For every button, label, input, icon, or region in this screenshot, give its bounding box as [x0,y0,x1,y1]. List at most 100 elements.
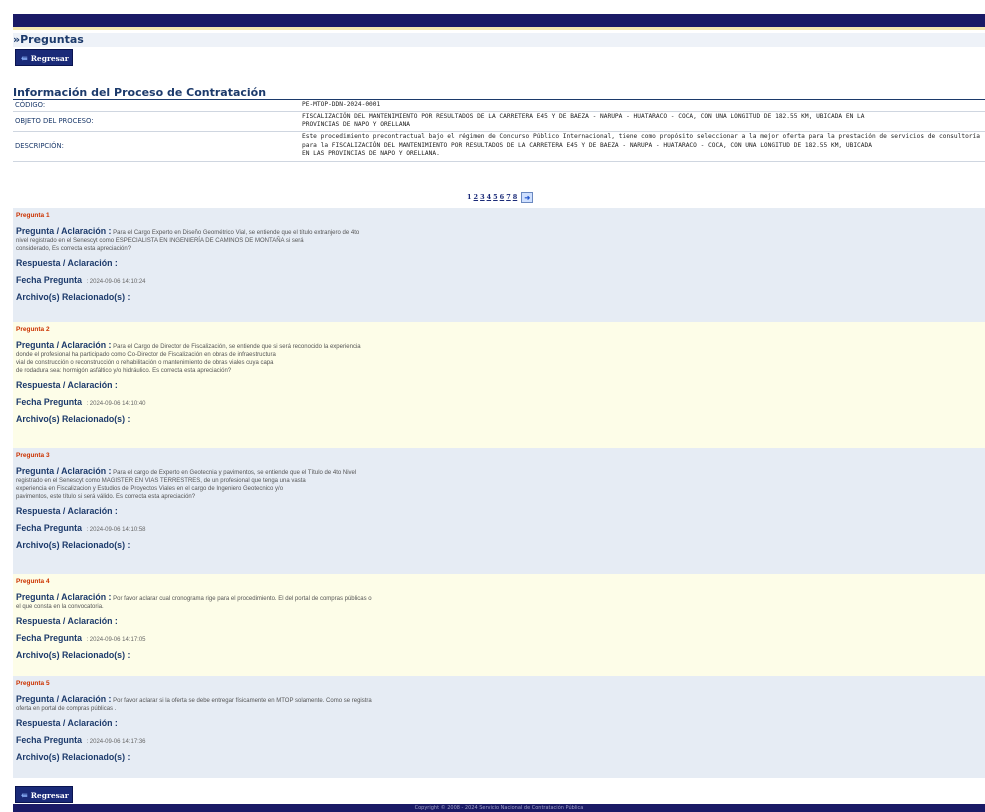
question-line: Para el Cargo Experto en Diseño Geométri… [113,230,360,236]
footer-copyright: Copyright © 2008 - 2024 Servicio Naciona… [13,804,985,812]
answer-row: Respuesta / Aclaración : [16,713,982,730]
info-label: CÓDIGO: [13,100,300,112]
question-line: de rodadura sea: hormigón asfáltico y/o … [16,368,232,374]
answer-label: Respuesta / Aclaración : [16,506,118,516]
question-label: Pregunta / Aclaración : [16,340,112,350]
page-link[interactable]: 4 [487,193,492,201]
question-text: Pregunta / Aclaración : Para el Cargo de… [16,341,456,375]
date-row: Fecha Pregunta : 2024-09-06 14:17:36 [16,730,982,747]
date-label: Fecha Pregunta [16,633,82,643]
question-line: pavimentos, este título si será válido. … [16,494,196,500]
files-label: Archivo(s) Relacionado(s) : [16,414,131,424]
info-row-objeto: OBJETO DEL PROCESO: FISCALIZACIÓN DEL MA… [13,111,985,132]
files-row: Archivo(s) Relacionado(s) : [16,409,982,426]
date-label: Fecha Pregunta [16,275,82,285]
answer-row: Respuesta / Aclaración : [16,501,982,518]
question-date: : 2024-09-06 14:10:40 [86,401,146,407]
date-row: Fecha Pregunta : 2024-09-06 14:10:58 [16,518,982,535]
info-value-line: PROVINCIAS DE NAPO Y ORELLANA [302,121,411,128]
question-title: Pregunta 4 [16,578,50,585]
pagination: 1 2 3 4 5 6 7 8 ➜ [467,192,535,203]
question-line: donde el profesional ha participado como… [16,352,276,358]
info-row-codigo: CÓDIGO: PE-MTOP-DDN-2024-0001 [13,100,985,112]
question-line: Para el Cargo de Director de Fiscalizaci… [113,344,361,350]
question-line: el que consta en la convocatoria. [16,604,104,610]
files-row: Archivo(s) Relacionado(s) : [16,747,982,764]
info-section-title: Información del Proceso de Contratación [13,86,267,99]
date-label: Fecha Pregunta [16,523,82,533]
question-title: Pregunta 2 [16,326,50,333]
info-value-line: EN LAS PROVINCIAS DE NAPO Y ORELLANA. [302,150,440,158]
question-label: Pregunta / Aclaración : [16,466,112,476]
question-text: Pregunta / Aclaración : Para el cargo de… [16,467,456,501]
date-label: Fecha Pregunta [16,735,82,745]
question-label: Pregunta / Aclaración : [16,226,112,236]
info-row-descripcion: DESCRIPCIÓN: Este procedimiento precontr… [13,131,985,162]
date-row: Fecha Pregunta : 2024-09-06 14:17:05 [16,628,982,645]
page-link[interactable]: 2 [474,193,479,201]
page-link[interactable]: 7 [506,193,511,201]
answer-label: Respuesta / Aclaración : [16,616,118,626]
question-date: : 2024-09-06 14:10:58 [86,527,146,533]
question-line: nivel registrado en el Senescyt como ESP… [16,238,304,244]
answer-row: Respuesta / Aclaración : [16,375,982,392]
question-block: Pregunta 5 Pregunta / Aclaración : Por f… [13,676,985,778]
question-title: Pregunta 1 [16,212,50,219]
question-block: Pregunta 3 Pregunta / Aclaración : Para … [13,448,985,574]
next-page-icon[interactable]: ➜ [521,192,534,203]
files-row: Archivo(s) Relacionado(s) : [16,287,982,304]
info-value-line: Este procedimiento precontractual bajo e… [302,133,980,141]
question-date: : 2024-09-06 14:10:24 [86,279,146,285]
answer-label: Respuesta / Aclaración : [16,718,118,728]
files-label: Archivo(s) Relacionado(s) : [16,540,131,550]
top-banner [13,14,985,27]
back-arrow-icon: ⇚ [21,53,28,63]
answer-row: Respuesta / Aclaración : [16,253,982,270]
info-value-line: FISCALIZACIÓN DEL MANTENIMIENTO POR RESU… [302,112,865,120]
date-label: Fecha Pregunta [16,397,82,407]
back-arrow-icon: ⇚ [21,790,28,800]
question-line: Por favor aclarar si la oferta se debe e… [113,698,372,704]
answer-row: Respuesta / Aclaración : [16,611,982,628]
question-block: Pregunta 4 Pregunta / Aclaración : Por f… [13,574,985,676]
question-line: vial de construcción o reconstrucción o … [16,360,274,366]
date-row: Fecha Pregunta : 2024-09-06 14:10:24 [16,270,982,287]
files-row: Archivo(s) Relacionado(s) : [16,645,982,662]
info-label: DESCRIPCIÓN: [13,131,300,162]
question-label: Pregunta / Aclaración : [16,694,112,704]
files-label: Archivo(s) Relacionado(s) : [16,752,131,762]
top-stripe [13,27,985,30]
question-line: oferta en portal de compras públicas . [16,706,117,712]
back-button-label: Regresar [30,791,69,800]
page-link[interactable]: 5 [493,193,498,201]
page-link[interactable]: 8 [513,193,518,201]
info-value: PE-MTOP-DDN-2024-0001 [300,100,985,112]
question-text: Pregunta / Aclaración : Por favor aclara… [16,593,456,611]
question-label: Pregunta / Aclaración : [16,592,112,602]
question-title: Pregunta 5 [16,680,50,687]
back-button-bottom[interactable]: ⇚ Regresar [15,786,73,803]
page-link[interactable]: 6 [500,193,505,201]
back-button-label: Regresar [30,54,69,63]
question-line: registrado en el Senescyt como MAGISTER … [16,478,306,484]
question-line: considerado, Es correcta esta apreciació… [16,246,132,252]
files-row: Archivo(s) Relacionado(s) : [16,535,982,552]
info-value: Este procedimiento precontractual bajo e… [300,131,985,162]
question-title: Pregunta 3 [16,452,50,459]
question-text: Pregunta / Aclaración : Para el Cargo Ex… [16,227,456,253]
question-text: Pregunta / Aclaración : Por favor aclara… [16,695,456,713]
info-value: FISCALIZACIÓN DEL MANTENIMIENTO POR RESU… [300,111,985,132]
page-link[interactable]: 3 [480,193,485,201]
files-label: Archivo(s) Relacionado(s) : [16,292,131,302]
question-line: Por favor aclarar cual cronograma rige p… [113,596,372,602]
question-date: : 2024-09-06 14:17:05 [86,637,146,643]
question-block: Pregunta 2 Pregunta / Aclaración : Para … [13,322,985,448]
back-button-top[interactable]: ⇚ Regresar [15,49,73,66]
page-title: »Preguntas [13,33,985,47]
info-label: OBJETO DEL PROCESO: [13,111,300,132]
question-line: experiencia en Fiscalizacion y Estudios … [16,486,284,492]
files-label: Archivo(s) Relacionado(s) : [16,650,131,660]
process-info-table: CÓDIGO: PE-MTOP-DDN-2024-0001 OBJETO DEL… [13,100,985,162]
info-value-line: para la FISCALIZACIÓN DEL MANTENIMIENTO … [302,141,872,149]
page-current: 1 [467,193,472,201]
